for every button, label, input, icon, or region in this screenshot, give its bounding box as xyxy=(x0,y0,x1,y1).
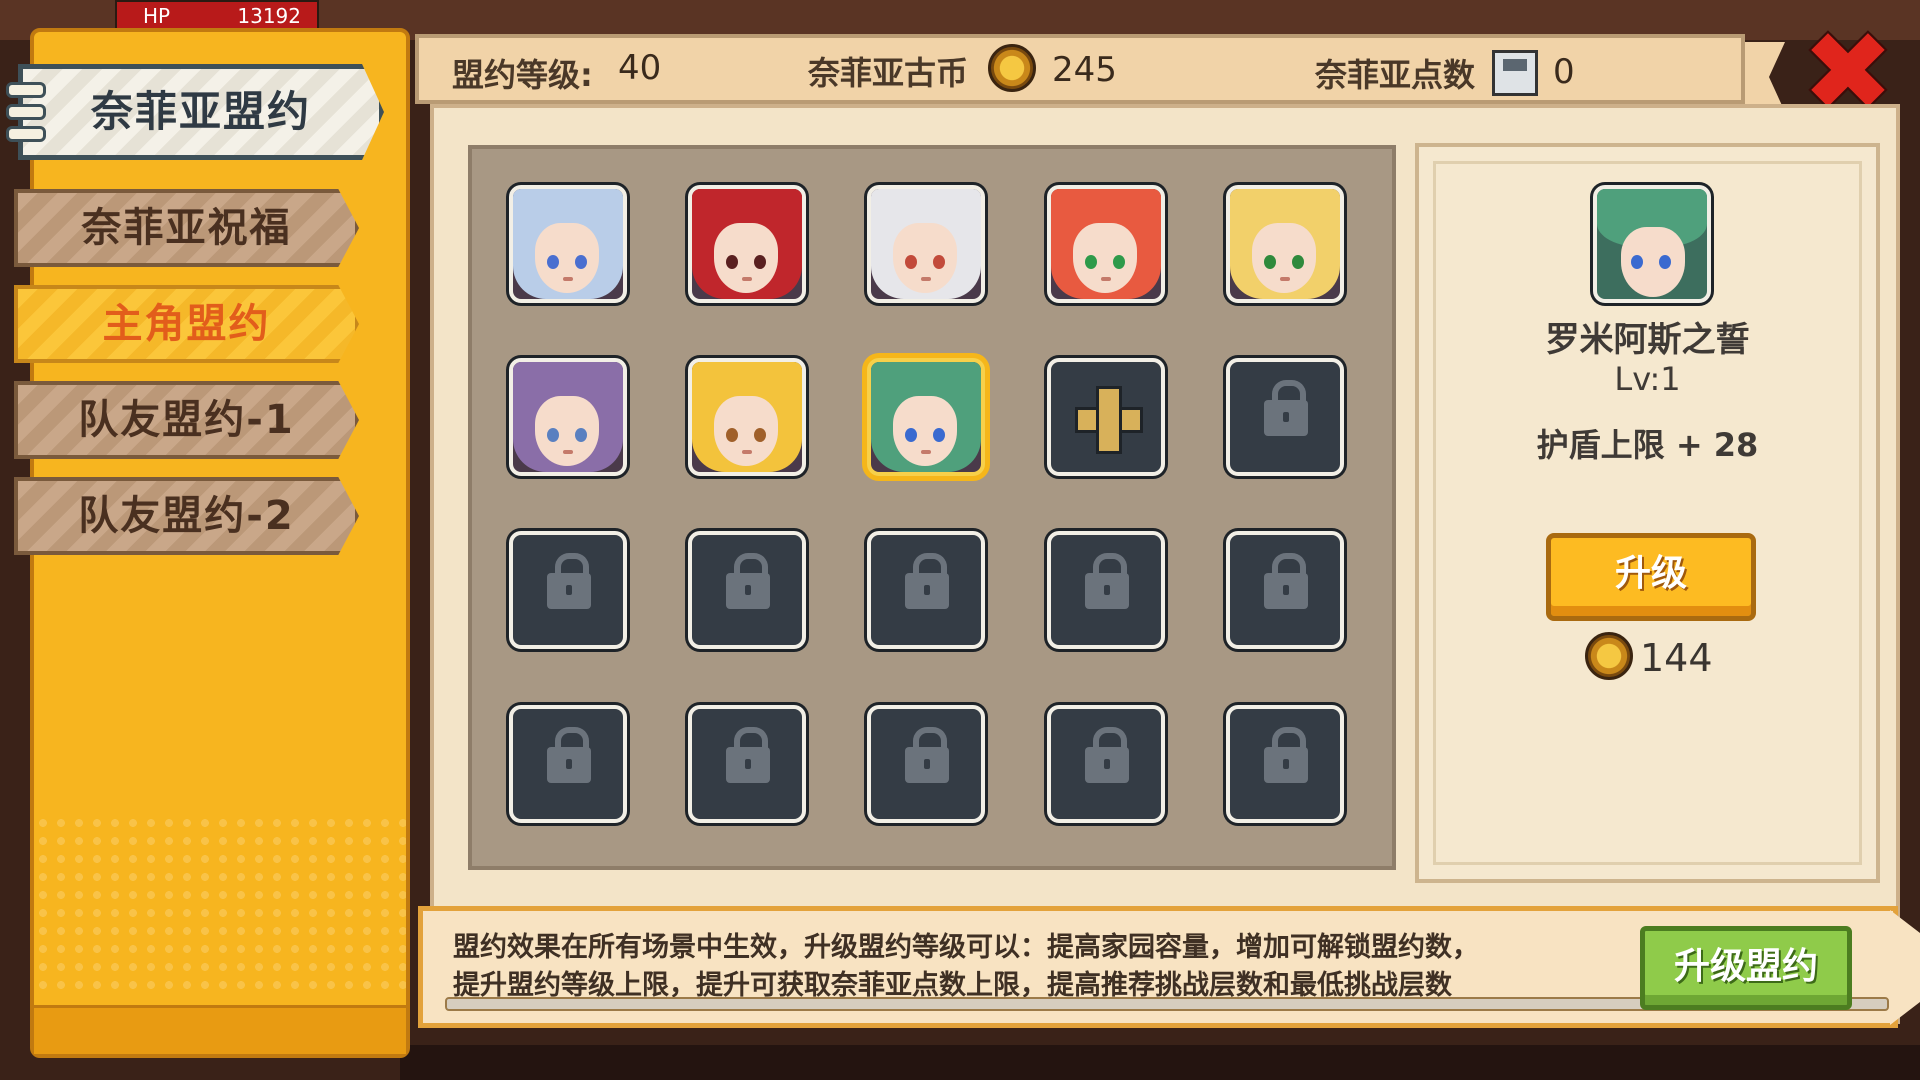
upgrade-button[interactable]: 升级 xyxy=(1546,533,1756,621)
points-label: 奈菲亚点数 xyxy=(1315,56,1476,94)
close-button[interactable]: ✖ xyxy=(1802,17,1894,127)
add-slot[interactable] xyxy=(1047,358,1165,476)
ribbon-tail xyxy=(1745,42,1785,112)
lock-icon xyxy=(1264,380,1308,436)
locked-slot[interactable] xyxy=(509,531,627,649)
lock-icon xyxy=(1264,553,1308,609)
notebook-ring-icon xyxy=(6,104,46,120)
tab-hero-alliance[interactable]: 主角盟约 xyxy=(14,285,359,363)
locked-slot[interactable] xyxy=(688,531,806,649)
coin-icon xyxy=(988,44,1036,92)
info-text: 盟约效果在所有场景中生效，升级盟约等级可以：提高家园容量，增加可解锁盟约数， 提… xyxy=(453,929,1479,1005)
lock-icon xyxy=(1085,553,1129,609)
lock-icon xyxy=(547,727,591,783)
alliance-level: Lv:1 xyxy=(1614,360,1681,398)
detail-portrait xyxy=(1593,185,1711,303)
points-card-icon xyxy=(1492,50,1538,96)
tab-teammate-alliance-1[interactable]: 队友盟约-1 xyxy=(14,381,359,459)
hero-portrait[interactable] xyxy=(867,185,985,303)
locked-slot[interactable] xyxy=(1226,705,1344,823)
sidebar-title[interactable]: 奈菲亚盟约 xyxy=(18,64,384,160)
hp-value: 13192 xyxy=(237,4,301,28)
upgrade-cost: 144 xyxy=(1640,636,1713,680)
alliance-level-value: 40 xyxy=(618,48,662,88)
lock-icon xyxy=(1085,727,1129,783)
hero-portrait[interactable] xyxy=(509,358,627,476)
locked-slot[interactable] xyxy=(1226,358,1344,476)
locked-slot[interactable] xyxy=(1226,531,1344,649)
hero-portrait[interactable] xyxy=(1226,185,1344,303)
lock-icon xyxy=(905,727,949,783)
alliance-effect: 护盾上限 + 28 xyxy=(1536,426,1759,464)
tab-nephia-blessing[interactable]: 奈菲亚祝福 xyxy=(14,189,359,267)
sidebar-footer xyxy=(34,1005,406,1054)
alliance-name: 罗米阿斯之誓 xyxy=(1545,320,1750,360)
hero-portrait[interactable] xyxy=(688,185,806,303)
locked-slot[interactable] xyxy=(867,531,985,649)
coin-value: 245 xyxy=(1052,50,1117,90)
info-line-1: 盟约效果在所有场景中生效，升级盟约等级可以：提高家园容量，增加可解锁盟约数， xyxy=(453,932,1479,963)
hero-portrait[interactable] xyxy=(688,358,806,476)
lock-icon xyxy=(726,553,770,609)
hp-label: HP xyxy=(143,4,171,28)
hero-portrait[interactable] xyxy=(1047,185,1165,303)
coin-label: 奈菲亚古币 xyxy=(808,54,969,92)
tab-teammate-alliance-2[interactable]: 队友盟约-2 xyxy=(14,477,359,555)
sidebar-pattern xyxy=(34,814,406,994)
coin-icon xyxy=(1585,632,1633,680)
lock-icon xyxy=(547,553,591,609)
upgrade-alliance-button[interactable]: 升级盟约 xyxy=(1640,926,1852,1010)
hero-portrait[interactable] xyxy=(509,185,627,303)
lock-icon xyxy=(1264,727,1308,783)
info-ribbon xyxy=(1890,910,1920,1025)
locked-slot[interactable] xyxy=(867,705,985,823)
notebook-ring-icon xyxy=(6,82,46,98)
locked-slot[interactable] xyxy=(509,705,627,823)
locked-slot[interactable] xyxy=(688,705,806,823)
locked-slot[interactable] xyxy=(1047,531,1165,649)
notebook-ring-icon xyxy=(6,126,46,142)
lock-icon xyxy=(726,727,770,783)
points-value: 0 xyxy=(1553,52,1575,92)
hero-portrait-selected[interactable] xyxy=(867,358,985,476)
plus-icon xyxy=(1096,386,1122,454)
background-bottom xyxy=(400,1045,1920,1080)
locked-slot[interactable] xyxy=(1047,705,1165,823)
lock-icon xyxy=(905,553,949,609)
alliance-level-label: 盟约等级: xyxy=(452,56,593,94)
